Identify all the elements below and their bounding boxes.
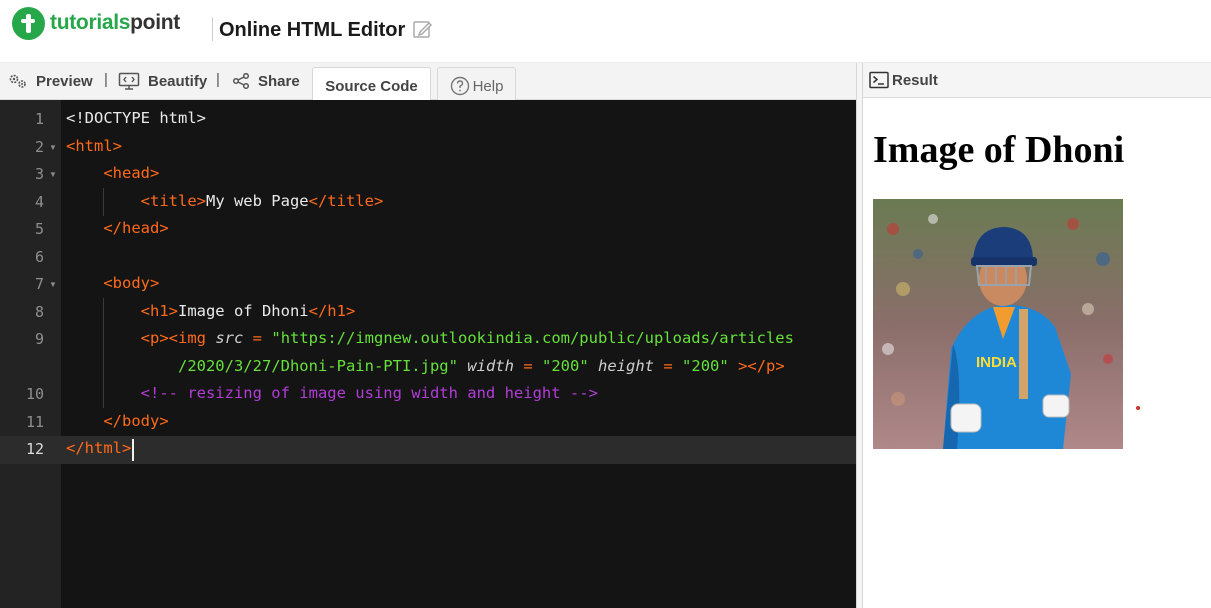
help-label: Help [472,77,504,95]
page-title: Online HTML Editor [219,19,406,41]
preview-label: Preview [36,72,93,90]
tab-help[interactable]: Help [437,67,516,100]
line-number: 4 [34,193,44,211]
app-header: tutorialspoint Online HTML Editor [0,0,1211,63]
pane-resize-handle[interactable] [856,63,863,608]
share-icon [232,73,250,89]
code-line-9: <p><img src = "https://imgnew.outlookind… [140,329,794,347]
result-preview: Image of Dhoni INDIA [863,98,1211,608]
share-button[interactable]: Share [232,70,300,92]
code-line-4: <title>My web Page</title> [140,192,384,210]
code-line-1: <!DOCTYPE html> [66,109,206,127]
brand-logo[interactable]: tutorialspoint [12,6,180,40]
code-line-12: </html> [66,439,132,457]
line-number: 7 [34,275,44,293]
result-label: Result [892,71,938,89]
code-screen-icon [118,72,140,90]
fold-toggle-icon[interactable]: ▼ [49,170,57,179]
line-number: 11 [25,413,44,431]
line-number: 6 [34,248,44,266]
code-line-5: </head> [103,219,169,237]
code-line-8: <h1>Image of Dhoni</h1> [140,302,356,320]
edit-pencil-icon[interactable] [412,19,434,41]
line-number: 9 [34,330,44,348]
terminal-icon [869,71,889,89]
gear-icon [9,74,26,88]
result-header: Result [863,63,1211,98]
fold-toggle-icon[interactable]: ▼ [49,280,57,289]
text-cursor [132,439,134,461]
toolbar-separator: | [216,71,220,88]
line-number: 2 [34,138,44,156]
preview-button[interactable]: Preview [8,70,93,92]
code-line-11: </body> [103,412,169,430]
code-line-2: <html> [66,137,122,155]
help-circle-icon [450,76,469,96]
result-heading: Image of Dhoni [873,129,1125,171]
code-line-10: <!-- resizing of image using width and h… [140,384,598,402]
line-number: 5 [34,220,44,238]
cricketer-photo: INDIA [873,199,1123,449]
line-number: 8 [34,303,44,321]
brand-name: tutorialspoint [50,11,180,34]
code-line-7: <body> [103,274,160,292]
code-editor[interactable]: 1 2 3 4 5 6 7 8 9 10 11 12 ▼ ▼ ▼ <!DOCTY… [0,100,856,608]
svg-text:INDIA: INDIA [976,354,1017,371]
line-number: 1 [34,110,44,128]
editor-toolbar: Preview | Beautify | Share Source Code H… [0,63,856,100]
beautify-button[interactable]: Beautify [118,70,207,92]
logo-icon [12,6,45,40]
share-label: Share [258,72,300,90]
header-divider [212,17,213,41]
red-dot-marker [1136,406,1140,410]
line-number: 10 [25,385,44,403]
beautify-label: Beautify [148,72,208,90]
code-line-3: <head> [103,164,160,182]
toolbar-separator: | [104,71,108,88]
fold-toggle-icon[interactable]: ▼ [49,143,57,152]
line-number-active: 12 [25,440,44,458]
tab-source-code[interactable]: Source Code [312,67,431,100]
code-line-9-wrapped: /2020/3/27/Dhoni-Pain-PTI.jpg" width = "… [177,357,785,375]
line-number: 3 [34,165,44,183]
